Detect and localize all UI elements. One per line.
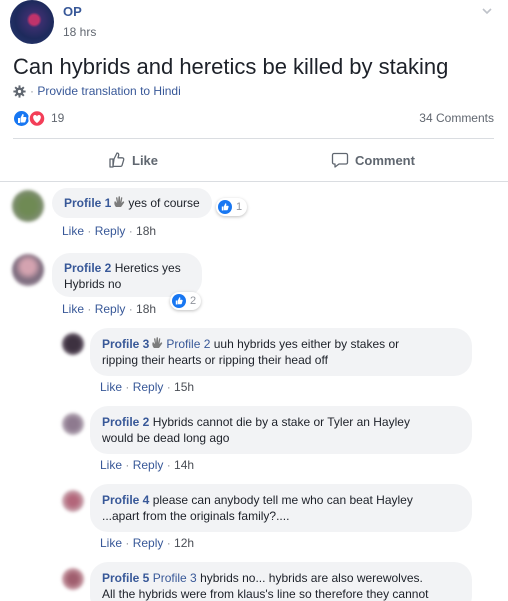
- comment-text: ripping their hearts or ripping their he…: [102, 353, 328, 367]
- commenter-name[interactable]: Profile 5: [102, 571, 149, 585]
- comment-meta: Like · Reply · 14h: [100, 458, 194, 472]
- like-link[interactable]: Like: [62, 302, 84, 316]
- wave-hand-icon: [152, 337, 163, 348]
- separator: ·: [122, 536, 133, 550]
- reaction-count: 2: [190, 295, 197, 307]
- comment-bubble: Profile 1 yes of course: [52, 188, 212, 218]
- comment-reactions[interactable]: 2: [170, 292, 202, 310]
- separator: ·: [163, 536, 175, 550]
- commenter-name[interactable]: Profile 3: [102, 337, 149, 351]
- separator: ·: [163, 380, 175, 394]
- divider: [0, 181, 508, 182]
- author-name[interactable]: OP: [63, 4, 82, 19]
- avatar[interactable]: [62, 568, 84, 590]
- separator: ·: [125, 224, 137, 238]
- comment-time[interactable]: 18h: [136, 224, 156, 238]
- comment-text: All the hybrids were from klaus's line s…: [102, 587, 429, 601]
- comment-text: uuh hybrids yes either by stakes or: [213, 337, 400, 351]
- reply-link[interactable]: Reply: [133, 458, 164, 472]
- comment-time[interactable]: 12h: [174, 536, 194, 550]
- reaction-icons[interactable]: [13, 110, 47, 127]
- separator: ·: [163, 458, 175, 472]
- comment-line: Profile 2 Hybrids cannot die by a stake …: [102, 414, 460, 430]
- comment-text: hybrids no... hybrids are also werewolve…: [200, 571, 423, 585]
- comment-icon: [331, 152, 349, 168]
- comment-text: Heretics yes: [114, 261, 181, 275]
- comment-meta: Like · Reply · 12h: [100, 536, 194, 550]
- avatar[interactable]: [12, 254, 44, 286]
- like-link[interactable]: Like: [100, 458, 122, 472]
- thumbs-up-icon: [109, 152, 125, 168]
- separator: ·: [84, 302, 95, 316]
- reply-link[interactable]: Reply: [95, 302, 126, 316]
- comment-button[interactable]: Comment: [331, 139, 415, 181]
- like-reaction-icon: [172, 294, 186, 308]
- comment-bubble: Profile 5 Profile 3 hybrids no... hybrid…: [90, 562, 472, 601]
- avatar[interactable]: [62, 333, 84, 355]
- avatar[interactable]: [10, 0, 54, 44]
- mention-link[interactable]: Profile 3: [153, 571, 197, 585]
- commenter-name[interactable]: Profile 2: [64, 261, 111, 275]
- love-reaction-icon: [28, 110, 46, 127]
- comment-time[interactable]: 15h: [174, 380, 194, 394]
- reactions-summary: 19 34 Comments: [13, 108, 494, 128]
- comment-text: yes of course: [128, 196, 200, 210]
- comment-text: please can anybody tell me who can beat …: [152, 493, 413, 507]
- like-link[interactable]: Like: [62, 224, 84, 238]
- comment-time[interactable]: 14h: [174, 458, 194, 472]
- like-reaction-icon: [13, 110, 30, 127]
- gear-icon: [13, 84, 26, 98]
- comment-meta: Like · Reply · 18h: [62, 302, 156, 316]
- reply-link[interactable]: Reply: [133, 536, 164, 550]
- avatar[interactable]: [62, 490, 84, 512]
- comment-line: Profile 5 Profile 3 hybrids no... hybrid…: [102, 570, 460, 586]
- avatar[interactable]: [62, 413, 84, 435]
- avatar[interactable]: [12, 190, 44, 222]
- comment-meta: Like · Reply · 15h: [100, 380, 194, 394]
- post-header: OP 18 hrs: [10, 0, 498, 44]
- comment-bubble: Profile 2 Heretics yes Hybrids no: [52, 253, 202, 297]
- like-link[interactable]: Like: [100, 536, 122, 550]
- like-button[interactable]: Like: [108, 139, 158, 181]
- mention-link[interactable]: Profile 2: [166, 337, 210, 351]
- commenter-name[interactable]: Profile 1: [64, 196, 111, 210]
- comment-text: Hybrids cannot die by a stake or Tyler a…: [152, 415, 410, 429]
- comment-bubble: Profile 4 please can anybody tell me who…: [90, 484, 472, 532]
- comment-text: Hybrids no: [64, 277, 122, 291]
- comment-label: Comment: [355, 152, 415, 168]
- separator: ·: [122, 458, 133, 472]
- separator: ·: [122, 380, 133, 394]
- comment-text: ...apart from the originals family?....: [102, 509, 290, 523]
- comment-time[interactable]: 18h: [136, 302, 156, 316]
- post-card: OP 18 hrs Can hybrids and heretics be ki…: [0, 0, 508, 601]
- separator: ·: [125, 302, 137, 316]
- wave-hand-icon: [114, 196, 125, 207]
- post-text: Can hybrids and heretics be killed by st…: [13, 54, 449, 79]
- reply-link[interactable]: Reply: [133, 380, 164, 394]
- translate-separator: ·: [30, 84, 38, 98]
- translate-link[interactable]: · Provide translation to Hindi: [13, 83, 181, 99]
- comment-line: Profile 4 please can anybody tell me who…: [102, 492, 460, 508]
- comment-meta: Like · Reply · 18h: [62, 224, 156, 238]
- separator: ·: [84, 224, 95, 238]
- comments-count[interactable]: 34 Comments: [419, 111, 494, 125]
- like-link[interactable]: Like: [100, 380, 122, 394]
- comment-line: Profile 2 Heretics yes: [64, 260, 190, 276]
- commenter-name[interactable]: Profile 4: [102, 493, 149, 507]
- chevron-down-icon[interactable]: [480, 4, 494, 18]
- comment-text: would be dead long ago: [102, 431, 230, 445]
- reply-link[interactable]: Reply: [95, 224, 126, 238]
- comment-line: Profile 3 Profile 2 uuh hybrids yes eithe…: [102, 336, 460, 352]
- like-reaction-icon: [218, 200, 232, 214]
- post-actions: Like Comment: [13, 139, 494, 181]
- reaction-count[interactable]: 19: [51, 111, 64, 125]
- post-timestamp[interactable]: 18 hrs: [63, 25, 96, 39]
- like-label: Like: [132, 152, 159, 168]
- reaction-count: 1: [236, 201, 243, 213]
- comment-bubble: Profile 3 Profile 2 uuh hybrids yes eithe…: [90, 328, 472, 376]
- commenter-name[interactable]: Profile 2: [102, 415, 149, 429]
- comment-reactions[interactable]: 1: [216, 198, 248, 216]
- translate-label[interactable]: Provide translation to Hindi: [37, 84, 180, 98]
- comment-bubble: Profile 2 Hybrids cannot die by a stake …: [90, 406, 472, 454]
